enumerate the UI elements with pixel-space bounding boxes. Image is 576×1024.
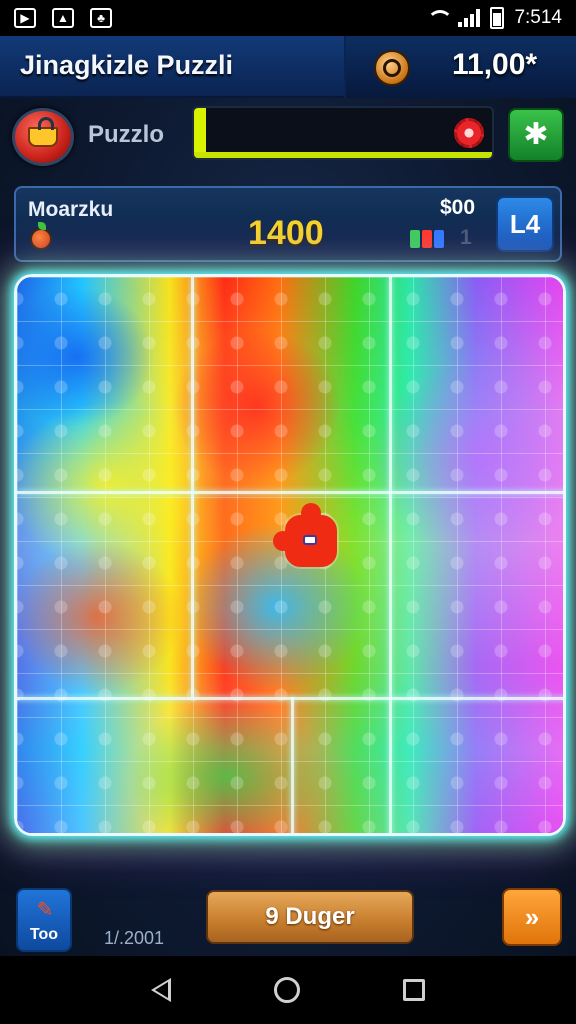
board-seam xyxy=(389,277,392,833)
board-seam xyxy=(291,697,294,833)
notification-icon: ♣ xyxy=(90,8,112,28)
player-name: Moarzku xyxy=(28,198,114,221)
play-store-icon: ▶ xyxy=(14,8,36,28)
puzzle-board[interactable] xyxy=(14,274,566,836)
level-button[interactable]: L4 xyxy=(496,196,554,252)
gems-icon xyxy=(410,230,444,248)
navigation-bar xyxy=(0,956,576,1024)
piece-counter: 1/.2001 xyxy=(104,928,165,948)
basket-button[interactable] xyxy=(12,108,74,166)
coin-icon xyxy=(374,50,410,86)
hammer-icon: ✎ xyxy=(36,899,54,921)
coin-balance: 11,00* xyxy=(452,48,538,81)
recent-apps-icon[interactable] xyxy=(402,979,425,1001)
battery-icon xyxy=(490,7,505,29)
progress-rail xyxy=(194,152,492,158)
back-icon[interactable] xyxy=(151,978,172,1002)
progress-fill xyxy=(194,108,206,158)
score-value: 1400 xyxy=(248,214,324,252)
status-bar: ▶ ▲ ♣ 7:514 xyxy=(0,0,576,36)
gear-icon[interactable] xyxy=(454,118,484,148)
game-screen: ▶ ▲ ♣ 7:514 Jinagkizle Puzzli 11,00* Puz… xyxy=(0,0,576,1024)
coin-panel[interactable]: 11,00* xyxy=(344,36,576,98)
fruit-icon xyxy=(30,222,52,250)
tool-label: Too xyxy=(29,926,59,943)
home-icon[interactable] xyxy=(273,977,300,1003)
puzzle-button[interactable]: ✱ xyxy=(508,108,564,162)
gallery-icon: ▲ xyxy=(52,8,74,28)
wifi-icon xyxy=(426,10,454,26)
progress-bar xyxy=(192,106,494,160)
next-button[interactable]: » xyxy=(502,888,562,946)
board-seam xyxy=(17,491,563,494)
puzzle-icon: ✱ xyxy=(523,118,549,151)
status-time: 7:514 xyxy=(514,7,562,28)
bet-value: $00 xyxy=(440,196,476,219)
signal-icon xyxy=(458,9,481,27)
gem-count: 1 xyxy=(460,226,472,249)
mode-label: Puzzlo xyxy=(88,121,164,148)
board-seam xyxy=(191,277,194,697)
app-header: Jinagkizle Puzzli 11,00* xyxy=(0,36,576,98)
app-title: Jinagkizle Puzzli xyxy=(20,50,234,80)
main-action-button[interactable]: 9 Duger xyxy=(206,890,414,944)
basket-icon xyxy=(28,117,58,147)
puzzle-piece[interactable] xyxy=(273,503,337,567)
tool-button[interactable]: ✎ Too xyxy=(16,888,72,952)
info-panel: Moarzku 1400 $00 1 L4 xyxy=(14,186,562,262)
